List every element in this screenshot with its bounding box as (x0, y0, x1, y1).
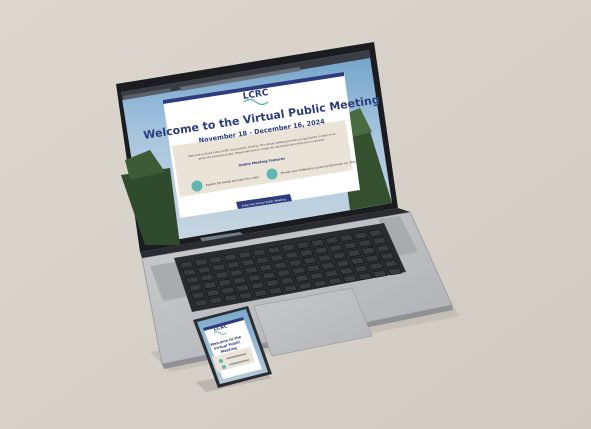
comment-icon (266, 168, 278, 180)
video-icon (191, 180, 203, 192)
phone-comment-icon (222, 365, 226, 369)
product-mockup-scene: LCRC Welcome to the Virtual Public Meeti… (0, 0, 591, 429)
phone-video-icon (219, 359, 223, 363)
